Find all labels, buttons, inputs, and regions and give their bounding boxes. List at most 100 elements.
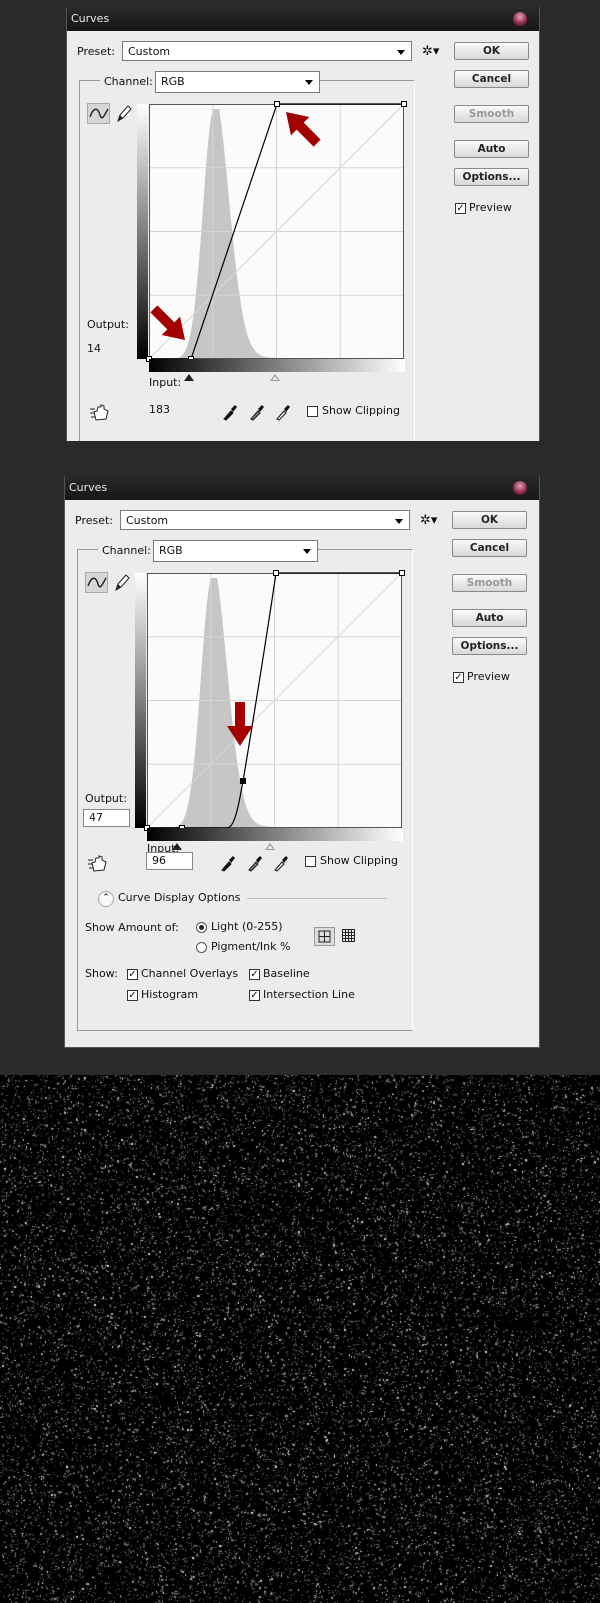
- curves-dialog-1: Curves Preset: Custom ✲▾ OK Cancel Smoot…: [66, 7, 540, 441]
- options-button[interactable]: Options...: [454, 168, 529, 186]
- black-point-slider[interactable]: [184, 374, 194, 381]
- black-eyedropper-icon[interactable]: [222, 403, 238, 421]
- channel-select[interactable]: RGB: [153, 540, 318, 562]
- curve-graph[interactable]: [144, 570, 405, 831]
- grid-4x4-icon: [318, 930, 331, 943]
- channel-overlays-checkbox[interactable]: ✓: [127, 969, 138, 980]
- gear-icon[interactable]: ✲▾: [422, 44, 439, 59]
- output-value[interactable]: 47: [83, 809, 130, 827]
- intersection-line-checkbox[interactable]: ✓: [249, 990, 260, 1001]
- preview-checkbox[interactable]: ✓: [453, 672, 464, 683]
- input-label: Input:: [149, 376, 182, 389]
- cancel-button[interactable]: Cancel: [454, 70, 529, 88]
- pigment-radio[interactable]: [196, 942, 207, 953]
- channel-select[interactable]: RGB: [155, 71, 320, 93]
- white-point-slider[interactable]: [270, 374, 280, 381]
- pencil-icon[interactable]: [115, 104, 133, 124]
- channel-value: RGB: [161, 75, 185, 88]
- on-image-adjust-hand-icon[interactable]: [87, 854, 109, 874]
- simple-grid-button[interactable]: [314, 927, 335, 946]
- noise-texture-image: [0, 1075, 600, 1603]
- input-gradient-bar: [149, 359, 405, 372]
- show-label: Show:: [85, 967, 118, 980]
- output-value: 14: [87, 342, 101, 355]
- curve-graph[interactable]: [146, 101, 407, 362]
- gray-eyedropper-icon[interactable]: [247, 854, 263, 872]
- preset-label: Preset:: [77, 45, 116, 58]
- preview-label: Preview: [467, 670, 510, 683]
- preset-select[interactable]: Custom: [122, 41, 412, 61]
- curve-icon: [87, 577, 107, 588]
- title-bar[interactable]: Curves: [65, 476, 539, 500]
- white-eyedropper-icon[interactable]: [275, 403, 291, 421]
- light-radio[interactable]: [196, 922, 207, 933]
- histogram-label: Histogram: [141, 988, 199, 1001]
- dialog-title: Curves: [69, 481, 108, 494]
- histogram-checkbox[interactable]: ✓: [127, 990, 138, 1001]
- curves-dialog-2: Curves Preset: Custom ✲▾ OK Cancel Smoot…: [64, 476, 540, 1048]
- grid-10x10-icon: [342, 929, 355, 942]
- show-clipping-checkbox[interactable]: [305, 856, 316, 867]
- title-bar[interactable]: Curves: [67, 7, 539, 31]
- black-eyedropper-icon[interactable]: [220, 854, 236, 872]
- auto-button[interactable]: Auto: [452, 609, 527, 627]
- curve-control-point[interactable]: [274, 101, 280, 107]
- white-eyedropper-icon[interactable]: [273, 854, 289, 872]
- cancel-button[interactable]: Cancel: [452, 539, 527, 557]
- smooth-button[interactable]: Smooth: [452, 574, 527, 592]
- curve-edit-tool-button[interactable]: [85, 572, 108, 593]
- chevron-down-icon: [303, 549, 311, 554]
- preset-value: Custom: [128, 45, 171, 58]
- collapse-chevron-up-icon[interactable]: ⌃: [98, 891, 114, 907]
- show-clipping-label: Show Clipping: [322, 404, 400, 417]
- channel-label: Channel:: [98, 544, 155, 557]
- output-label: Output:: [85, 792, 127, 805]
- white-point-slider[interactable]: [265, 843, 275, 850]
- divider: [247, 898, 387, 899]
- preview-checkbox[interactable]: ✓: [455, 203, 466, 214]
- input-value: 183: [149, 403, 170, 416]
- show-clipping-label: Show Clipping: [320, 854, 398, 867]
- pigment-label: Pigment/Ink %: [211, 940, 291, 953]
- curve-control-point[interactable]: [273, 570, 279, 576]
- light-label: Light (0-255): [211, 920, 283, 933]
- detailed-grid-button[interactable]: [341, 928, 357, 947]
- ok-button[interactable]: OK: [454, 42, 529, 60]
- curve-icon: [89, 108, 109, 119]
- show-amount-label: Show Amount of:: [85, 921, 179, 934]
- output-gradient-bar: [135, 573, 146, 828]
- preview-label: Preview: [469, 201, 512, 214]
- preset-label: Preset:: [75, 514, 114, 527]
- curve-control-point[interactable]: [401, 101, 407, 107]
- preset-value: Custom: [126, 514, 169, 527]
- close-button[interactable]: [513, 12, 527, 26]
- chevron-down-icon: [305, 80, 313, 85]
- chevron-down-icon: [397, 50, 405, 55]
- smooth-button[interactable]: Smooth: [454, 105, 529, 123]
- input-gradient-bar: [147, 828, 403, 841]
- show-clipping-checkbox[interactable]: [307, 406, 318, 417]
- on-image-adjust-hand-icon[interactable]: [89, 403, 111, 423]
- curve-edit-tool-button[interactable]: [87, 103, 110, 124]
- pencil-icon[interactable]: [113, 573, 131, 593]
- output-label: Output:: [87, 318, 129, 331]
- channel-overlays-label: Channel Overlays: [141, 967, 239, 980]
- options-button[interactable]: Options...: [452, 637, 527, 655]
- channel-value: RGB: [159, 544, 183, 557]
- dialog-title: Curves: [71, 12, 110, 25]
- close-button[interactable]: [513, 481, 527, 495]
- curve-display-options-header: Curve Display Options: [118, 891, 241, 904]
- gear-icon[interactable]: ✲▾: [420, 513, 437, 528]
- ok-button[interactable]: OK: [452, 511, 527, 529]
- preset-select[interactable]: Custom: [120, 510, 410, 530]
- curve-control-point[interactable]: [240, 778, 246, 784]
- baseline-label: Baseline: [263, 967, 310, 980]
- curve-control-point[interactable]: [399, 570, 405, 576]
- channel-label: Channel:: [100, 75, 157, 88]
- auto-button[interactable]: Auto: [454, 140, 529, 158]
- chevron-down-icon: [395, 519, 403, 524]
- input-value[interactable]: 96: [146, 852, 193, 870]
- baseline-checkbox[interactable]: ✓: [249, 969, 260, 980]
- gray-eyedropper-icon[interactable]: [249, 403, 265, 421]
- output-gradient-bar: [137, 104, 148, 359]
